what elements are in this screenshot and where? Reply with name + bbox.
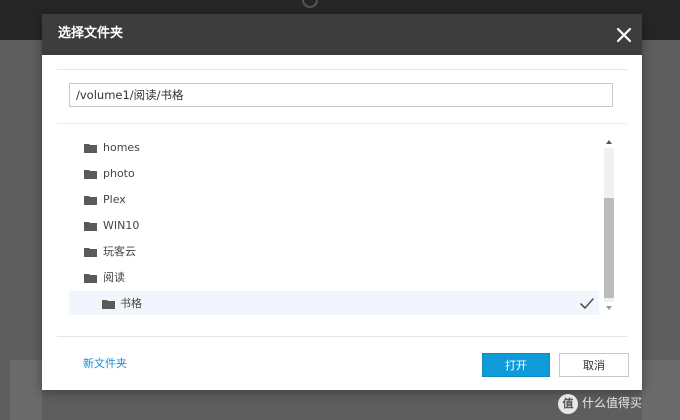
tree-item-label: 阅读	[103, 271, 125, 284]
divider	[57, 123, 627, 124]
watermark: 值什么值得买	[558, 392, 642, 414]
background-panel-right	[642, 360, 680, 420]
folder-icon	[84, 222, 97, 231]
scroll-down-icon[interactable]	[603, 302, 615, 314]
scroll-up-icon[interactable]	[603, 136, 615, 148]
background-logo	[302, 0, 392, 14]
folder-icon	[84, 274, 97, 283]
dialog-body: homes photo Plex WIN10 玩客云 阅读	[57, 69, 627, 337]
tree-item-photo[interactable]: photo	[69, 161, 599, 187]
folder-tree: homes photo Plex WIN10 玩客云 阅读 书格	[69, 135, 599, 315]
folder-icon	[84, 196, 97, 205]
folder-icon	[84, 144, 97, 153]
tree-item-win10[interactable]: WIN10	[69, 213, 599, 239]
folder-icon	[102, 300, 115, 309]
scroll-thumb[interactable]	[604, 198, 614, 298]
open-button[interactable]: 打开	[482, 353, 550, 377]
tree-scrollbar[interactable]	[603, 136, 615, 316]
tree-item-label: 书格	[120, 297, 142, 310]
folder-icon	[84, 248, 97, 257]
watermark-text: 什么值得买	[582, 396, 643, 410]
path-input[interactable]	[69, 83, 613, 107]
dialog-header: 选择文件夹	[42, 14, 642, 55]
tree-item-label: WIN10	[103, 219, 140, 232]
background-panel-left	[10, 360, 42, 420]
tree-item-label: homes	[103, 141, 140, 154]
new-folder-link[interactable]: 新文件夹	[83, 357, 127, 371]
tree-item-plex[interactable]: Plex	[69, 187, 599, 213]
dialog-title: 选择文件夹	[58, 26, 124, 41]
folder-icon	[84, 170, 97, 179]
check-icon	[580, 298, 594, 309]
tree-item-yuedu[interactable]: 阅读	[69, 265, 599, 291]
tree-item-label: Plex	[103, 193, 126, 206]
watermark-badge: 值	[558, 393, 578, 414]
tree-item-wankeyun[interactable]: 玩客云	[69, 239, 599, 265]
close-icon[interactable]	[614, 25, 634, 45]
tree-item-label: photo	[103, 167, 135, 180]
tree-item-shuge[interactable]: 书格	[69, 291, 599, 315]
tree-item-homes[interactable]: homes	[69, 135, 599, 161]
cancel-button[interactable]: 取消	[559, 353, 629, 377]
select-folder-dialog: 选择文件夹 homes photo Plex WIN10	[42, 14, 642, 390]
tree-item-label: 玩客云	[103, 245, 136, 258]
